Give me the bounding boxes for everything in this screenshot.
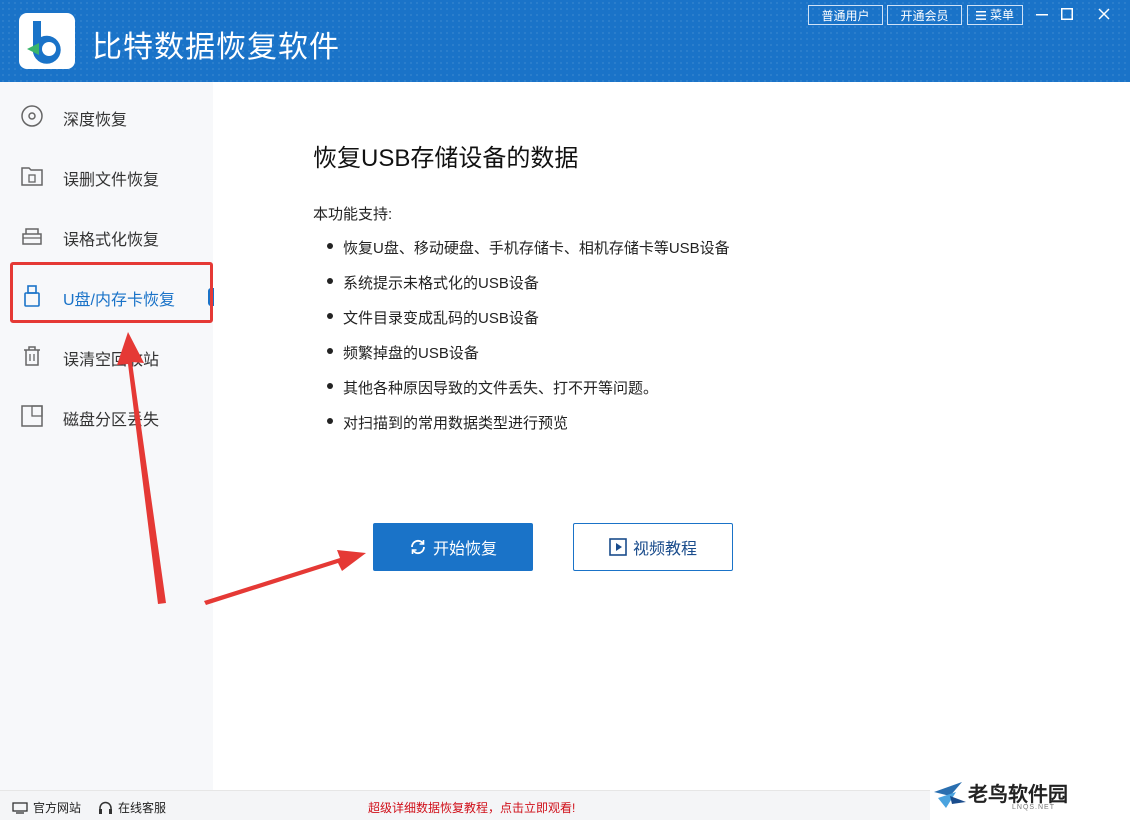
- headset-icon: [99, 801, 112, 814]
- minimize-icon[interactable]: [1030, 4, 1054, 26]
- sidebar-item-label: 深度恢复: [63, 112, 128, 129]
- close-icon[interactable]: [1092, 4, 1116, 26]
- watermark: 老鸟软件园 LNQS.NET: [930, 772, 1130, 820]
- arrow-right-icon: [204, 550, 366, 605]
- folder-trash-icon: [21, 167, 43, 186]
- sidebar-item-partition-lost[interactable]: 磁盘分区丢失: [0, 386, 213, 446]
- video-tutorial-button[interactable]: 视频教程: [573, 523, 733, 571]
- online-service-label: 在线客服: [118, 801, 167, 815]
- sidebar-item-recycle-bin[interactable]: 误清空回收站: [0, 326, 213, 386]
- sidebar-item-deleted-files[interactable]: 误删文件恢复: [0, 146, 213, 206]
- bird-logo-icon: [934, 782, 966, 808]
- support-label: 本功能支持:: [313, 206, 393, 223]
- drive-icon: [22, 228, 42, 245]
- bullet-icon: [327, 243, 333, 249]
- promo-link[interactable]: 超级详细数据恢复教程，点击立即观看!: [368, 799, 575, 816]
- feature-item: 文件目录变成乱码的USB设备: [343, 310, 539, 327]
- trash-icon: [24, 346, 40, 366]
- menu-label: 菜单: [989, 8, 1014, 22]
- sidebar-item-label: 磁盘分区丢失: [63, 412, 160, 429]
- official-website-label: 官方网站: [33, 801, 82, 815]
- refresh-icon: [411, 539, 425, 555]
- sidebar-item-label: 误格式化恢复: [63, 232, 160, 249]
- video-tutorial-label: 视频教程: [632, 541, 697, 558]
- bullet-icon: [327, 348, 333, 354]
- feature-item: 系统提示未格式化的USB设备: [343, 275, 539, 292]
- menu-button[interactable]: 菜单: [967, 5, 1023, 25]
- watermark-text: 老鸟软件园: [968, 784, 1068, 806]
- title-bar: 比特数据恢复软件 普通用户 开通会员 菜单: [0, 0, 1130, 82]
- app-title: 比特数据恢复软件: [92, 31, 340, 64]
- open-vip-button[interactable]: 开通会员: [887, 5, 962, 25]
- play-video-icon: [609, 538, 627, 556]
- watermark-subtext: LNQS.NET: [1012, 804, 1056, 811]
- bullet-icon: [327, 313, 333, 319]
- start-recovery-button[interactable]: 开始恢复: [373, 523, 533, 571]
- official-website-link[interactable]: 官方网站: [12, 799, 81, 816]
- bullet-icon: [327, 418, 333, 424]
- monitor-icon: [12, 801, 28, 814]
- feature-item: 恢复U盘、移动硬盘、手机存储卡、相机存储卡等USB设备: [343, 240, 730, 257]
- page-title: 恢复USB存储设备的数据: [313, 145, 579, 172]
- sidebar-item-format-recovery[interactable]: 误格式化恢复: [0, 206, 213, 266]
- feature-item: 对扫描到的常用数据类型进行预览: [343, 415, 569, 432]
- start-recovery-label: 开始恢复: [432, 541, 497, 558]
- partition-icon: [21, 405, 43, 427]
- online-service-link[interactable]: 在线客服: [98, 799, 166, 816]
- feature-item: 其他各种原因导致的文件丢失、打不开等问题。: [343, 380, 659, 397]
- sidebar: 深度恢复 误删文件恢复 误格式化恢复 U盘/内存卡恢复 误清空回收站 磁盘分区丢…: [0, 82, 214, 790]
- bitdata-logo-icon: [19, 13, 75, 69]
- sidebar-item-label: 误清空回收站: [63, 352, 160, 369]
- sidebar-item-label: 误删文件恢复: [63, 172, 160, 189]
- highlight-box: [10, 262, 213, 323]
- feature-item: 频繁掉盘的USB设备: [343, 345, 479, 362]
- disc-icon: [21, 105, 43, 127]
- bullet-icon: [327, 383, 333, 389]
- bullet-icon: [327, 278, 333, 284]
- account-button[interactable]: 普通用户: [808, 5, 883, 25]
- maximize-icon[interactable]: [1055, 4, 1079, 26]
- hamburger-icon: [975, 10, 986, 20]
- sidebar-item-deep-recovery[interactable]: 深度恢复: [0, 86, 213, 146]
